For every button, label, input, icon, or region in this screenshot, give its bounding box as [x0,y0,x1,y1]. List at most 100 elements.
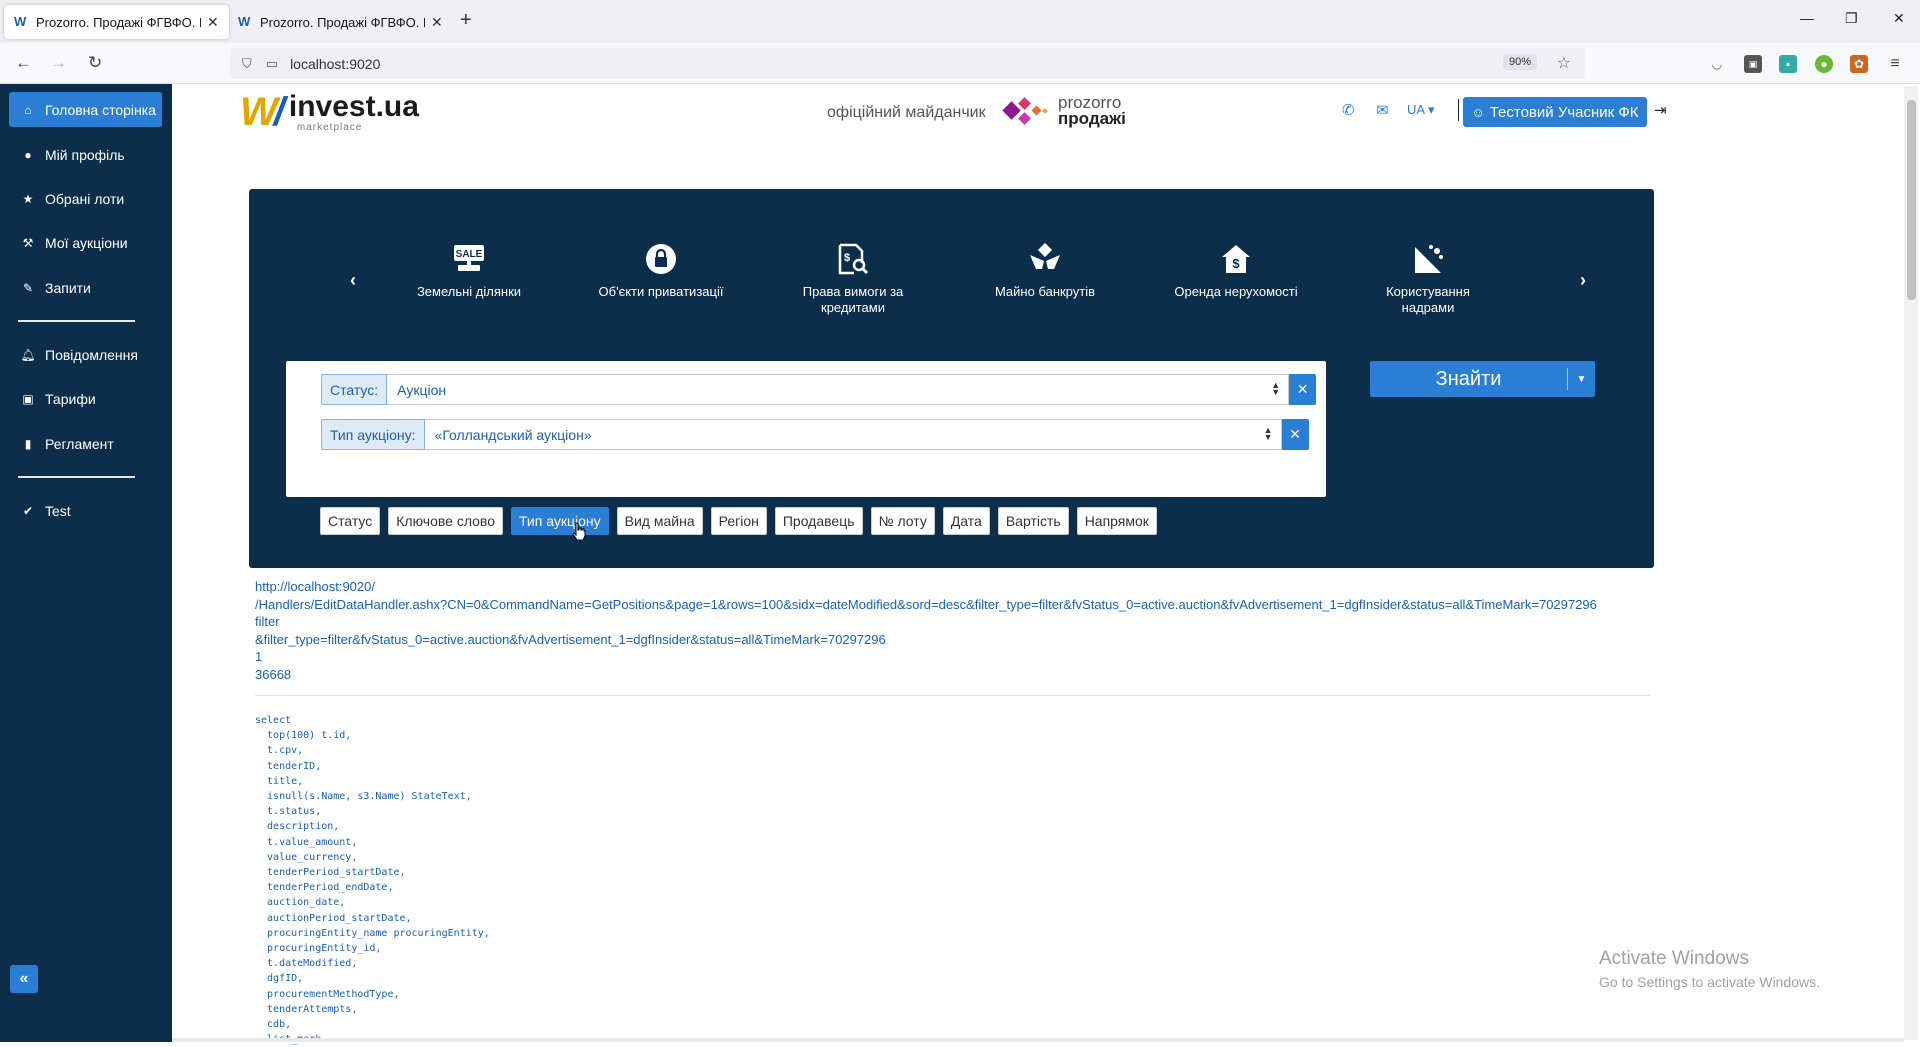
favicon-icon: W [14,14,27,29]
money-icon: ▣ [22,391,34,406]
sidebar-divider [18,476,135,478]
sidebar-item-my-auctions[interactable]: ⚒ Мої аукціони [9,225,162,260]
minimize-icon[interactable]: — [1800,10,1814,26]
invest-ua-logo[interactable]: W/ invest.ua marketplace [240,92,419,134]
chip-direction[interactable]: Напрямок [1076,507,1157,535]
category-real-estate-lease[interactable]: $ Оренда нерухомості [1166,242,1306,300]
sql-query-text: select top(100) t.id, t.cpv, tenderID, t… [255,715,490,1045]
close-tab-icon[interactable]: ✕ [431,14,443,31]
user-account-button[interactable]: ☺ Тестовий Учасник ФК [1463,97,1647,127]
tools-extension-icon[interactable]: ✿ [1850,55,1868,73]
filter-chips: Статус Ключове слово Тип аукціону Вид ма… [320,507,1165,535]
chip-property-type[interactable]: Вид майна [616,507,703,535]
new-tab-button[interactable]: + [460,9,472,32]
debug-line: /Handlers/EditDataHandler.ashx?CN=0&Comm… [255,596,1597,612]
carousel-prev-icon[interactable]: ‹ [350,270,356,291]
chip-region[interactable]: Регіон [710,507,767,535]
sidebar-item-label: Повідомлення [45,346,138,363]
watermark-subtitle: Go to Settings to activate Windows. [1599,974,1820,990]
chip-lot-number[interactable]: № лоту [870,507,935,535]
close-window-icon[interactable]: ✕ [1893,10,1905,27]
sidebar: ⌂ Головна сторінка ● Мій профіль ★ Обран… [0,84,172,1042]
logout-icon[interactable]: ⇥ [1654,101,1667,119]
user-name: Тестовий Учасник ФК [1489,103,1639,121]
debug-line: http://localhost:9020/ [255,579,375,594]
chip-label: Тип аукціону [519,513,601,529]
svg-text:$: $ [844,252,850,264]
category-credit-claims[interactable]: $ Права вимоги за кредитами [783,242,923,316]
chip-status[interactable]: Статус [320,507,381,535]
sidebar-item-notifications[interactable]: 🔔︎ Повідомлення [9,337,162,372]
url-text[interactable]: localhost:9020 [290,56,380,72]
shield-icon[interactable]: ⛉ [242,56,252,72]
bell-icon: 🔔︎ [20,347,36,362]
caret-down-icon[interactable]: ▼ [1568,374,1595,385]
filters-box: Статус: Аукціон ▲ ▼ ✕ Тип аукціону: «Голл… [286,361,1326,497]
bookmark-star-icon[interactable]: ☆ [1557,53,1571,73]
browser-tab-1[interactable]: W Prozorro. Продажі ФГВФО. Про ✕ [4,5,229,39]
pocket-icon[interactable]: ◡ [1708,55,1726,73]
sidebar-item-profile[interactable]: ● Мій профіль [9,137,162,172]
prozorro-logo-text: prozorro продажі [1058,94,1126,127]
browser-nav-bar: ← → ↻ ⛉ ▭ localhost:9020 90% ☆ ◡ ▣ ▪ ● ✿… [0,43,1920,84]
back-icon[interactable]: ← [15,53,32,73]
status-select-value: Аукціон [397,381,447,398]
phone-icon[interactable]: ✆ [1342,101,1355,119]
auction-type-filter-label: Тип аукціону: [321,419,425,450]
double-chevron-left-icon[interactable]: « [10,965,38,993]
sidebar-item-regulations[interactable]: ▮ Регламент [9,426,162,461]
find-button[interactable]: Знайти ▼ [1370,361,1595,397]
vertical-scrollbar[interactable] [1904,86,1918,1040]
zoom-level[interactable]: 90% [1502,54,1537,70]
category-label: Об'єкти приватизації [598,284,724,299]
tab-title: Prozorro. Продажі ФГВФО. Про [36,14,201,30]
chip-auction-type[interactable]: Тип аукціону [511,507,609,535]
category-subsoil-use[interactable]: Користування надрами [1358,242,1498,316]
sidebar-item-tariffs[interactable]: ▣ Тарифи [9,381,162,416]
scrollbar-thumb[interactable] [1907,100,1916,300]
horizontal-scrollbar[interactable] [172,1038,1904,1042]
sidebar-item-favorites[interactable]: ★ Обрані лоти [9,181,162,216]
official-platform-text: офіційний майданчик [827,104,986,121]
pencil-icon: ✎ [22,280,34,295]
chip-price[interactable]: Вартість [997,507,1069,535]
chip-seller[interactable]: Продавець [774,507,863,535]
reload-icon[interactable]: ↻ [88,53,102,73]
language-selector[interactable]: UA ▾ [1407,102,1434,118]
save-extension-icon[interactable]: ▪ [1779,55,1797,73]
clear-status-icon[interactable]: ✕ [1289,374,1317,405]
sidebar-item-test[interactable]: ✔ Test [9,493,162,528]
debug-line: 36668 [255,666,292,682]
sidebar-item-requests[interactable]: ✎ Запити [9,270,162,305]
sidebar-item-label: Мій профіль [45,146,125,163]
close-tab-icon[interactable]: ✕ [207,14,219,31]
extension-new-icon[interactable]: ▣ [1744,55,1762,73]
menu-icon[interactable]: ≡ [1886,55,1904,73]
gavel-icon: ⚒ [22,235,34,250]
envelope-icon[interactable]: ✉ [1376,101,1389,119]
address-bar[interactable]: ⛉ ▭ localhost:9020 90% ☆ [230,48,1585,79]
clear-auction-type-icon[interactable]: ✕ [1281,419,1309,450]
logo-subtext: marketplace [296,122,363,133]
status-filter-row: Статус: Аукціон ▲ ▼ ✕ [321,374,1317,405]
sidebar-item-label: Регламент [45,435,114,452]
forward-icon[interactable]: → [50,53,67,73]
house-dollar-icon: $ [1166,242,1306,276]
lock-icon [591,242,731,276]
carousel-next-icon[interactable]: › [1580,270,1586,291]
chip-label: Регіон [718,513,759,529]
browser-tab-2[interactable]: W Prozorro. Продажі ФГВФО. Про ✕ [228,5,453,39]
auction-type-select[interactable]: «Голландський аукціон» ▲ ▼ [424,419,1282,450]
chip-keyword[interactable]: Ключове слово [388,507,503,535]
category-land[interactable]: SALE Земельні ділянки [399,242,539,300]
chip-date[interactable]: Дата [942,507,990,535]
select-spinner-icon: ▲ ▼ [1271,380,1281,397]
sidebar-item-home[interactable]: ⌂ Головна сторінка [9,92,162,127]
chip-label: № лоту [878,513,927,529]
status-select[interactable]: Аукціон ▲ ▼ [387,374,1290,405]
restore-icon[interactable]: ❐ [1845,10,1858,27]
category-privatization[interactable]: Об'єкти приватизації [591,242,731,300]
category-bankrupt-property[interactable]: Майно банкрутів [975,242,1115,300]
debug-line: 1 [255,649,263,664]
globe-extension-icon[interactable]: ● [1815,55,1833,73]
